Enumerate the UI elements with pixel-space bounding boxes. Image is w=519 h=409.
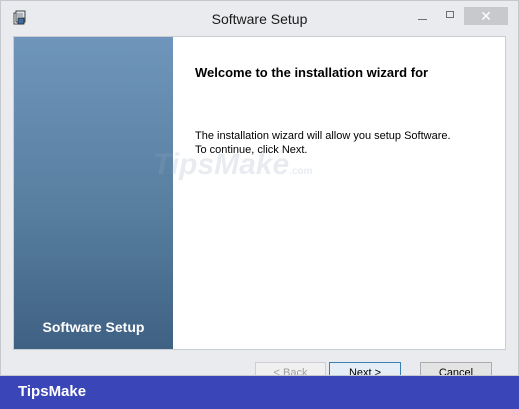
footer-banner: TipsMake (0, 376, 519, 409)
minimize-button[interactable] (409, 7, 435, 25)
watermark: TipsMake.com (153, 148, 313, 182)
watermark-suffix: .com (289, 166, 313, 177)
close-button[interactable]: ✕ (464, 7, 508, 25)
minimize-icon (417, 18, 427, 20)
side-banner-title: Software Setup (42, 319, 145, 335)
title-bar[interactable]: Software Setup ✕ (1, 1, 518, 35)
footer-brand: TipsMake (18, 383, 87, 400)
close-icon: ✕ (480, 7, 492, 24)
wizard-content: Software Setup Welcome to the installati… (13, 36, 506, 350)
maximize-icon (446, 10, 454, 18)
setup-window: Software Setup ✕ Software Setup Welcome … (0, 0, 519, 376)
cancel-button[interactable]: Cancel (420, 362, 492, 375)
back-button[interactable]: < Back (255, 362, 326, 375)
side-banner: Software Setup (14, 37, 173, 349)
next-button[interactable]: Next > (329, 362, 401, 375)
description-line: The installation wizard will allow you s… (195, 130, 451, 142)
welcome-heading: Welcome to the installation wizard for (195, 65, 429, 80)
maximize-button[interactable] (437, 7, 463, 25)
watermark-brand: TipsMake (153, 148, 290, 181)
